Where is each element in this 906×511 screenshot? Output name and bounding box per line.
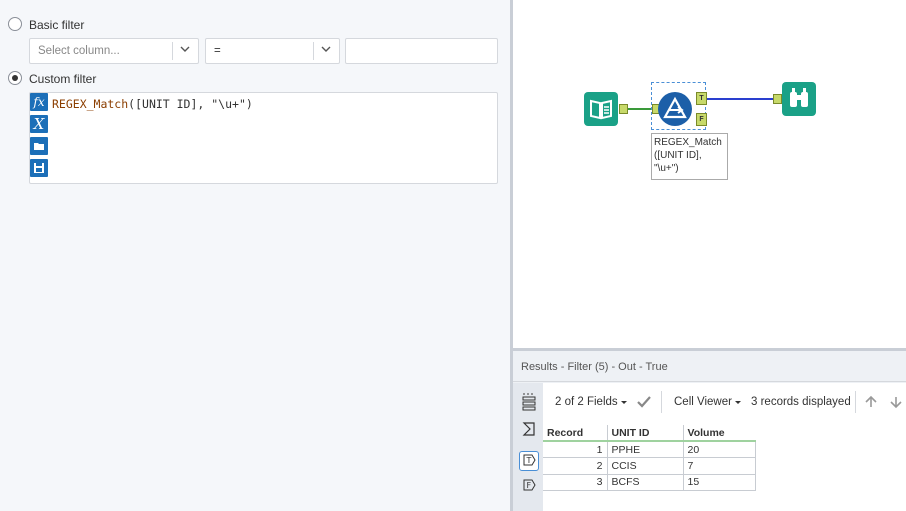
column-select-value: Select column... [38, 45, 120, 57]
summary-icon[interactable] [519, 421, 539, 441]
filter-tool[interactable] [658, 92, 692, 126]
arrow-up-icon[interactable] [864, 395, 878, 412]
function-icon[interactable]: fx [30, 93, 48, 111]
record-cell[interactable]: 1 [543, 440, 608, 458]
browse-input-anchor[interactable] [773, 94, 782, 104]
connection-filter-browse[interactable] [707, 98, 775, 100]
unit-id-cell[interactable]: BCFS [606, 473, 684, 491]
table-row[interactable]: 2 CCIS 7 [543, 457, 756, 475]
input-output-anchor[interactable] [619, 104, 628, 114]
false-anchor[interactable]: F [696, 113, 707, 126]
volume-cell[interactable]: 7 [682, 457, 756, 475]
results-side-strip: T F [513, 383, 543, 511]
basic-filter-radio[interactable] [8, 17, 22, 31]
table-row[interactable]: 1 PPHE 20 [543, 440, 756, 458]
chevron-down-icon[interactable] [320, 43, 332, 58]
connection-input-filter[interactable] [624, 108, 654, 110]
true-output-tab-icon[interactable]: T [519, 451, 539, 471]
operator-select[interactable]: = [205, 38, 340, 64]
filter-annotation[interactable]: REGEX_Match ([UNIT ID], "\u+") [651, 133, 728, 180]
true-anchor[interactable]: T [696, 92, 707, 105]
caret-down-icon[interactable] [734, 396, 742, 410]
column-select[interactable]: Select column... [29, 38, 199, 64]
save-icon[interactable] [30, 159, 48, 177]
results-title: Results - Filter (5) - Out - True [521, 361, 668, 373]
column-header-unit-id[interactable]: UNIT ID [606, 425, 683, 442]
results-header-divider [513, 381, 906, 382]
results-toolbar: 2 of 2 Fields Cell Viewer 3 records disp… [543, 383, 906, 421]
results-grid: Record UNIT ID Volume 1 PPHE 20 2 CCIS 7 [543, 421, 906, 511]
column-header-record[interactable]: Record [543, 425, 607, 442]
arrow-down-icon[interactable] [889, 395, 903, 412]
checkmark-icon[interactable] [635, 394, 653, 413]
operator-select-divider [313, 42, 314, 60]
expression-args: ([UNIT ID], "\u+") [128, 97, 253, 111]
value-input[interactable] [345, 38, 498, 64]
true-output-tab-letter: T [526, 456, 532, 465]
record-cell[interactable]: 2 [543, 457, 608, 475]
custom-filter-radio[interactable] [8, 71, 22, 85]
records-count: 3 records displayed [751, 396, 851, 408]
toolbar-divider [855, 391, 856, 413]
workflow-canvas[interactable]: T F REGEX_Match ([UNIT ID], "\u+") [513, 0, 906, 348]
caret-down-icon[interactable] [620, 396, 628, 410]
toolbar-divider [661, 391, 662, 413]
table-row[interactable]: 3 BCFS 15 [543, 473, 756, 491]
results-table: Record UNIT ID Volume 1 PPHE 20 2 CCIS 7 [543, 425, 756, 491]
column-select-divider [172, 42, 173, 60]
filter-config-panel: Basic filter Select column... = Custom f… [0, 0, 510, 511]
fields-dropdown[interactable]: 2 of 2 Fields [555, 396, 618, 408]
basic-filter-label[interactable]: Basic filter [29, 18, 84, 32]
false-output-tab-icon[interactable]: F [519, 477, 539, 497]
app-window: Basic filter Select column... = Custom f… [0, 0, 906, 511]
false-output-tab-letter: F [527, 481, 532, 490]
volume-cell[interactable]: 15 [682, 473, 756, 491]
unit-id-cell[interactable]: PPHE [606, 440, 684, 458]
unit-id-cell[interactable]: CCIS [606, 457, 684, 475]
chevron-down-icon[interactable] [179, 43, 191, 58]
open-folder-icon[interactable] [30, 137, 48, 155]
results-panel: Results - Filter (5) - Out - True T F 2 … [513, 351, 906, 511]
expression-function: REGEX_Match [52, 97, 129, 111]
operator-select-value: = [214, 45, 221, 57]
variables-icon[interactable]: X [30, 115, 48, 133]
cell-viewer-dropdown[interactable]: Cell Viewer [674, 396, 732, 408]
expression-text[interactable]: REGEX_Match([UNIT ID], "\u+") [52, 97, 253, 111]
custom-filter-label[interactable]: Custom filter [29, 72, 96, 86]
table-header-row: Record UNIT ID Volume [543, 425, 755, 442]
input-data-tool[interactable] [584, 92, 618, 126]
volume-cell[interactable]: 20 [682, 440, 756, 458]
browse-tool[interactable] [782, 82, 816, 116]
column-header-volume[interactable]: Volume [682, 425, 755, 442]
record-cell[interactable]: 3 [543, 473, 608, 491]
table-view-icon[interactable] [519, 395, 539, 415]
